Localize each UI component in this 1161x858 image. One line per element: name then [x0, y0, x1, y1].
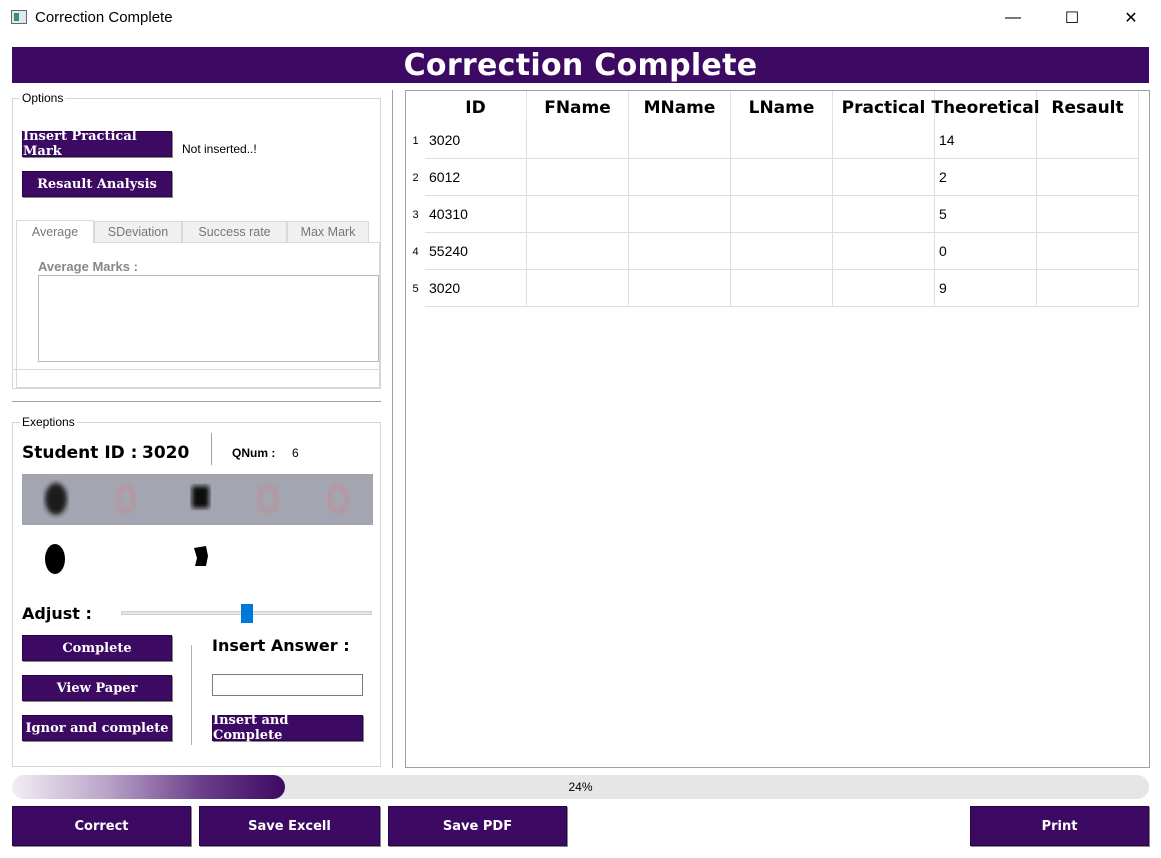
- answer-strip-graphic: [22, 474, 373, 525]
- tab-sdeviation[interactable]: SDeviation: [94, 221, 182, 243]
- table-cell[interactable]: [527, 233, 629, 270]
- average-marks-box[interactable]: [38, 275, 379, 362]
- table-cell[interactable]: [731, 196, 833, 233]
- table-cell[interactable]: 40310: [425, 196, 527, 233]
- save-pdf-button[interactable]: Save PDF: [388, 806, 567, 846]
- table-cell[interactable]: [1037, 122, 1139, 159]
- tab-max-mark[interactable]: Max Mark: [287, 221, 369, 243]
- adjust-slider-handle[interactable]: [240, 604, 253, 623]
- view-paper-button[interactable]: View Paper: [22, 675, 172, 701]
- table-cell[interactable]: 0: [935, 233, 1037, 270]
- table-row[interactable]: 4 55240 0: [406, 233, 1139, 270]
- table-cell[interactable]: [731, 270, 833, 307]
- window-titlebar: Correction Complete — ☐ ✕: [0, 0, 1161, 35]
- section-divider: [12, 401, 381, 402]
- qnum-value: 6: [292, 446, 299, 460]
- tab-average[interactable]: Average: [16, 220, 94, 243]
- table-cell[interactable]: [629, 122, 731, 159]
- app-icon: [11, 10, 27, 24]
- table-row[interactable]: 1 3020 14: [406, 122, 1139, 159]
- column-header-theoretical[interactable]: Theoretical: [931, 91, 1040, 125]
- window-title: Correction Complete: [35, 9, 173, 26]
- table-cell[interactable]: [527, 159, 629, 196]
- qnum-label: QNum :: [232, 446, 276, 460]
- column-header-fname[interactable]: FName: [527, 91, 629, 125]
- exceptions-vertical-divider: [191, 645, 192, 745]
- row-number: 4: [412, 245, 419, 258]
- save-excel-button[interactable]: Save Excell: [199, 806, 380, 846]
- row-number: 3: [412, 208, 419, 221]
- row-number: 1: [412, 134, 419, 147]
- table-cell[interactable]: [629, 270, 731, 307]
- average-marks-label: Average Marks :: [38, 259, 138, 274]
- column-header-id[interactable]: ID: [425, 91, 527, 125]
- row-number: 5: [412, 282, 419, 295]
- minimize-icon[interactable]: —: [990, 0, 1036, 35]
- table-row[interactable]: 3 40310 5: [406, 196, 1139, 233]
- table-cell[interactable]: [1037, 159, 1139, 196]
- table-cell[interactable]: [833, 233, 935, 270]
- column-header-mname[interactable]: MName: [629, 91, 731, 125]
- table-cell[interactable]: 9: [935, 270, 1037, 307]
- insert-answer-label: Insert Answer :: [212, 636, 350, 655]
- table-cell[interactable]: [731, 233, 833, 270]
- correction-progress-bar: 24%: [12, 775, 1149, 799]
- table-cell[interactable]: [629, 233, 731, 270]
- options-group-title: Options: [20, 91, 66, 105]
- maximize-icon[interactable]: ☐: [1049, 0, 1095, 35]
- student-id-divider: [211, 433, 212, 465]
- progress-text: 24%: [568, 780, 593, 794]
- resault-analysis-button[interactable]: Resault Analysis: [22, 171, 172, 197]
- table-cell[interactable]: [527, 196, 629, 233]
- answer-strip-image: [22, 474, 373, 525]
- table-row[interactable]: 2 6012 2: [406, 159, 1139, 196]
- row-number: 2: [412, 171, 419, 184]
- insert-answer-input[interactable]: [212, 674, 363, 696]
- table-cell[interactable]: [527, 270, 629, 307]
- tab-success-rate[interactable]: Success rate: [182, 221, 287, 243]
- table-cell[interactable]: [833, 270, 935, 307]
- close-icon[interactable]: ✕: [1108, 0, 1154, 35]
- ignore-and-complete-button[interactable]: Ignor and complete: [22, 715, 172, 741]
- column-header-resault[interactable]: Resault: [1037, 91, 1139, 125]
- column-header-lname[interactable]: LName: [731, 91, 833, 125]
- student-id-label: Student ID :: [22, 443, 138, 463]
- table-cell[interactable]: [833, 122, 935, 159]
- table-cell[interactable]: 3020: [425, 270, 527, 307]
- table-cell[interactable]: [629, 196, 731, 233]
- insert-and-complete-button[interactable]: Insert and Complete: [212, 713, 363, 743]
- table-row[interactable]: 5 3020 9: [406, 270, 1139, 307]
- insert-practical-mark-button[interactable]: Insert Practical Mark: [22, 129, 172, 159]
- insert-status-text: Not inserted..!: [182, 142, 257, 156]
- column-header-practical[interactable]: Practical: [833, 91, 935, 125]
- panel-divider: [392, 90, 393, 768]
- complete-button[interactable]: Complete: [22, 635, 172, 661]
- results-table[interactable]: ID FName MName LName Practical Theoretic…: [405, 90, 1150, 768]
- table-cell[interactable]: [629, 159, 731, 196]
- page-title: Correction Complete: [12, 47, 1149, 83]
- table-cell[interactable]: [731, 122, 833, 159]
- table-cell[interactable]: 6012: [425, 159, 527, 196]
- tab-panel-divider: [12, 369, 381, 370]
- table-cell[interactable]: [1037, 233, 1139, 270]
- print-button[interactable]: Print: [970, 806, 1149, 846]
- table-cell[interactable]: [1037, 270, 1139, 307]
- table-cell[interactable]: [833, 196, 935, 233]
- table-cell[interactable]: [833, 159, 935, 196]
- table-cell[interactable]: 3020: [425, 122, 527, 159]
- adjust-label: Adjust :: [22, 604, 92, 623]
- table-cell[interactable]: 5: [935, 196, 1037, 233]
- exceptions-group-title: Exeptions: [20, 415, 77, 429]
- table-cell[interactable]: [527, 122, 629, 159]
- table-cell[interactable]: [731, 159, 833, 196]
- student-id-value: 3020: [142, 443, 190, 463]
- table-cell[interactable]: 2: [935, 159, 1037, 196]
- detected-marks-graphic: [45, 544, 208, 574]
- table-cell[interactable]: 55240: [425, 233, 527, 270]
- correct-button[interactable]: Correct: [12, 806, 191, 846]
- table-cell[interactable]: [1037, 196, 1139, 233]
- table-cell[interactable]: 14: [935, 122, 1037, 159]
